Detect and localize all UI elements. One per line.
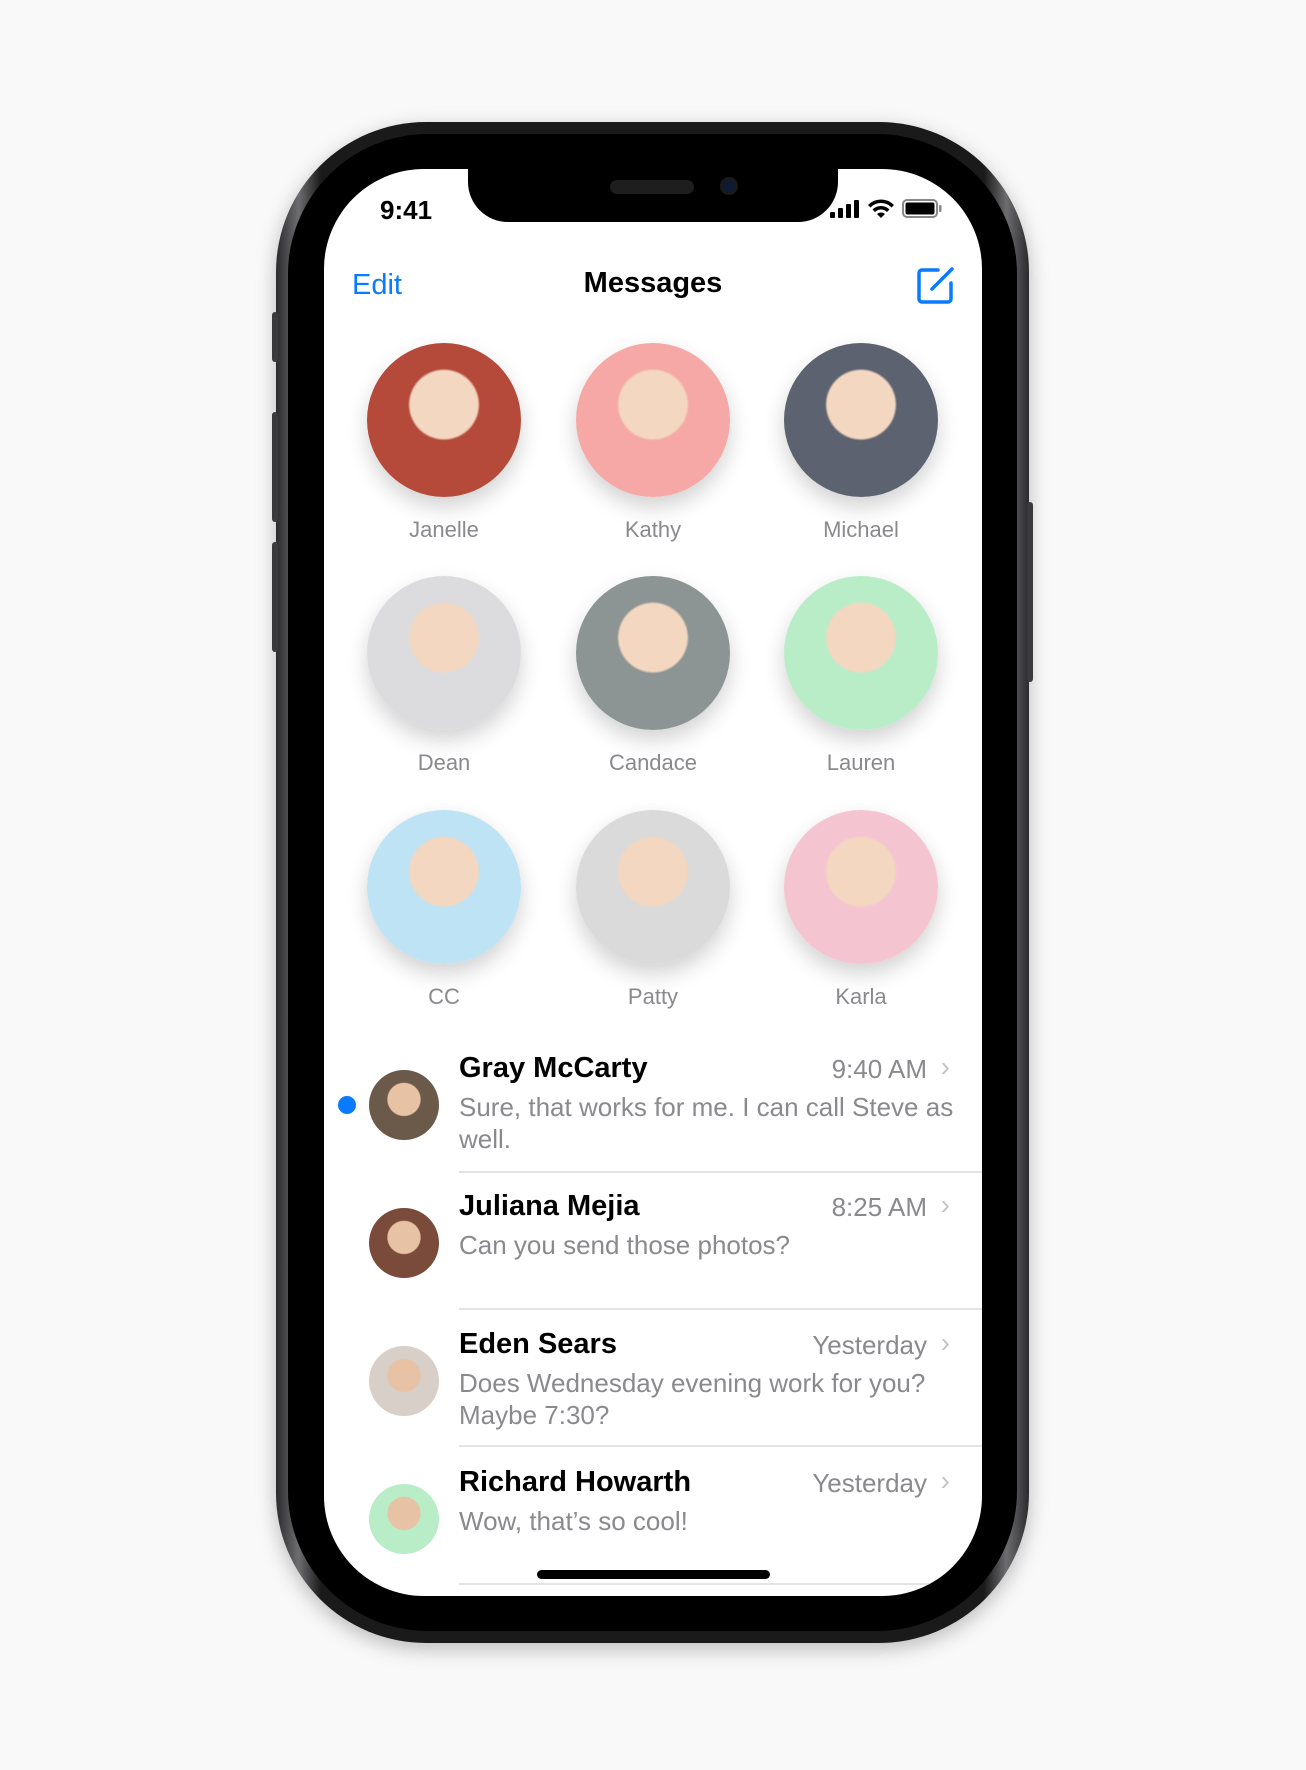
timestamp: 8:25 AM: [831, 1192, 927, 1222]
pinned-name: CC: [428, 984, 460, 1009]
timestamp: Yesterday: [812, 1330, 927, 1360]
mute-switch: [272, 312, 278, 362]
chevron-right-icon: ›: [940, 1051, 950, 1082]
chevron-right-icon: ›: [940, 1465, 950, 1496]
divider: [459, 1583, 982, 1585]
avatar: [369, 1346, 439, 1416]
messages-screen: 9:41 Edit Messages Janelle Kathy Michael De…: [324, 169, 982, 1596]
unread-indicator: [338, 1096, 356, 1114]
pinned-name: Karla: [835, 984, 887, 1009]
pinned-name: Michael: [823, 517, 899, 542]
avatar: [576, 810, 730, 964]
timestamp: 9:40 AM: [831, 1054, 927, 1084]
contact-name: Gray McCarty: [459, 1052, 648, 1084]
avatar: [784, 343, 938, 497]
divider: [459, 1171, 982, 1173]
avatar: [367, 343, 521, 497]
home-indicator[interactable]: [537, 1570, 770, 1579]
volume-up-button: [272, 412, 278, 522]
avatar: [576, 343, 730, 497]
pinned-name: Janelle: [409, 517, 479, 542]
message-preview: Sure, that works for me. I can call Stev…: [459, 1092, 954, 1154]
pinned-contact-michael[interactable]: Michael: [771, 343, 951, 543]
contact-name: Eden Sears: [459, 1328, 617, 1360]
wifi-icon: [868, 199, 894, 218]
pinned-contact-kathy[interactable]: Kathy: [563, 343, 743, 543]
avatar: [369, 1484, 439, 1554]
divider: [459, 1445, 982, 1447]
pinned-contact-patty[interactable]: Patty: [563, 810, 743, 1010]
avatar: [784, 576, 938, 730]
chevron-right-icon: ›: [940, 1189, 950, 1220]
pinned-name: Kathy: [624, 517, 682, 542]
conversation-row[interactable]: Juliana Mejia 8:25 AM › Can you send tho…: [324, 1187, 982, 1317]
side-button: [1027, 502, 1033, 682]
conversation-row[interactable]: Gray McCarty 9:40 AM › Sure, that works …: [324, 1049, 982, 1179]
pinned-contact-janelle[interactable]: Janelle: [354, 343, 534, 543]
contact-name: Juliana Mejia: [459, 1190, 640, 1222]
pinned-name: Dean: [417, 750, 471, 775]
camera: [720, 177, 738, 195]
avatar: [369, 1208, 439, 1278]
status-icons: [830, 199, 942, 218]
pinned-name: Lauren: [826, 750, 896, 775]
message-preview: Wow, that’s so cool!: [459, 1506, 688, 1536]
contact-name: Richard Howarth: [459, 1466, 692, 1498]
battery-icon: [902, 199, 942, 218]
conversation-row[interactable]: Eden Sears Yesterday › Does Wednesday ev…: [324, 1325, 982, 1455]
avatar: [784, 810, 938, 964]
edit-button[interactable]: Edit: [352, 269, 402, 302]
cellular-signal-icon: [830, 200, 859, 218]
pinned-contact-cc[interactable]: CC: [354, 810, 534, 1010]
message-preview: Does Wednesday evening work for you? May…: [459, 1368, 926, 1430]
chevron-right-icon: ›: [940, 1327, 950, 1358]
avatar: [369, 1070, 439, 1140]
avatar: [367, 810, 521, 964]
compose-icon[interactable]: [916, 265, 956, 305]
volume-down-button: [272, 542, 278, 652]
timestamp: Yesterday: [812, 1468, 927, 1498]
pinned-name: Patty: [627, 984, 679, 1009]
pinned-contact-karla[interactable]: Karla: [771, 810, 951, 1010]
divider: [459, 1308, 982, 1310]
avatar: [576, 576, 730, 730]
pinned-name: Candace: [608, 750, 698, 775]
page-title: Messages: [583, 267, 723, 299]
status-time: 9:41: [380, 195, 433, 225]
notch: [468, 169, 838, 222]
pinned-contact-candace[interactable]: Candace: [563, 576, 743, 776]
pinned-contact-lauren[interactable]: Lauren: [771, 576, 951, 776]
message-preview: Can you send those photos?: [459, 1230, 791, 1260]
pinned-contact-dean[interactable]: Dean: [354, 576, 534, 776]
avatar: [367, 576, 521, 730]
